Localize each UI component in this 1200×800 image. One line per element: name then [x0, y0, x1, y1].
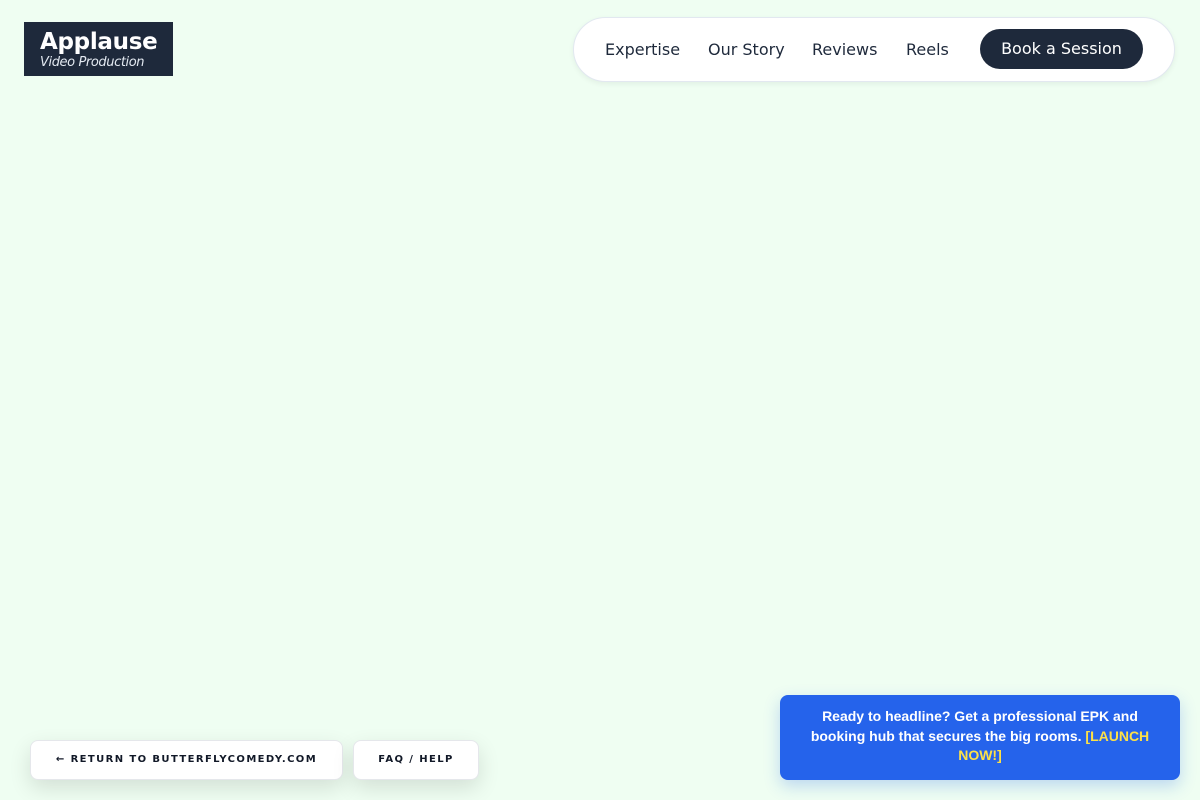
- nav-link-our-story[interactable]: Our Story: [708, 18, 785, 81]
- nav-link-reviews[interactable]: Reviews: [812, 18, 877, 81]
- nav-link-reels[interactable]: Reels: [906, 18, 949, 81]
- book-session-button[interactable]: Book a Session: [980, 29, 1143, 69]
- promo-banner[interactable]: Ready to headline? Get a professional EP…: [780, 695, 1180, 780]
- nav-link-expertise[interactable]: Expertise: [605, 18, 680, 81]
- return-to-site-button[interactable]: ← RETURN TO BUTTERFLYCOMEDY.COM: [30, 740, 343, 780]
- main-nav: Expertise Our Story Reviews Reels Book a…: [573, 17, 1175, 82]
- brand-title: Applause: [40, 29, 158, 55]
- brand-logo[interactable]: Applause Video Production: [24, 22, 173, 76]
- brand-subtitle: Video Production: [40, 55, 145, 70]
- faq-help-button[interactable]: FAQ / HELP: [353, 740, 479, 780]
